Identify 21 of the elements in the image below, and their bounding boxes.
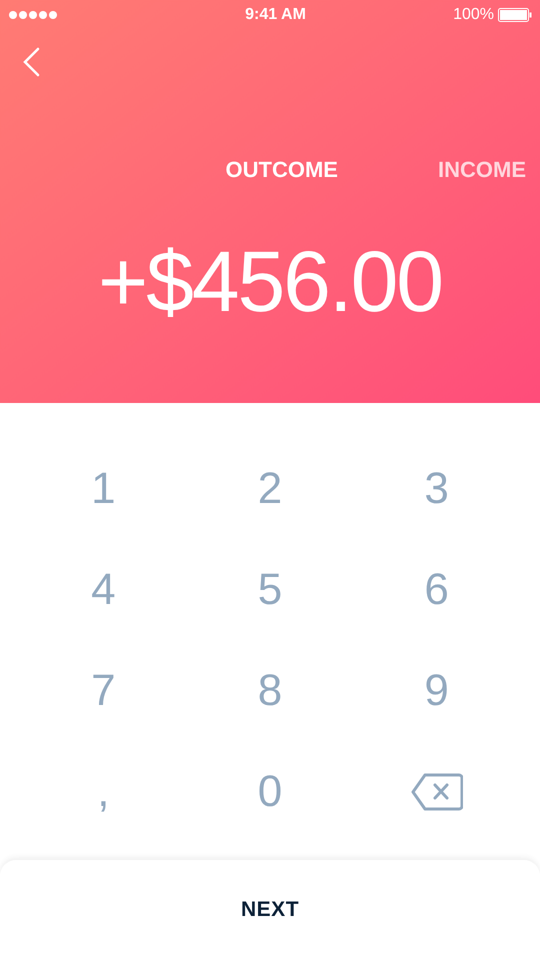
keypad-key[interactable]: 5 (250, 568, 290, 612)
signal-icon (8, 10, 58, 20)
back-icon[interactable] (22, 47, 40, 77)
tab[interactable]: OUTCOME (226, 153, 338, 186)
backspace-icon[interactable] (410, 772, 463, 810)
amount-display: +$456.00 (98, 238, 442, 324)
status-time: 9:41 AM (245, 5, 306, 25)
keypad-key[interactable]: 1 (83, 466, 124, 510)
battery-icon (498, 7, 532, 23)
keypad-key[interactable]: , (89, 770, 118, 814)
battery-percent: 100% (453, 5, 494, 25)
tab[interactable]: INCOME (438, 153, 526, 186)
next-button[interactable]: NEXT (0, 860, 540, 961)
keypad-key[interactable]: 2 (250, 466, 290, 510)
keypad-key[interactable]: 4 (83, 568, 124, 612)
keypad-key[interactable]: 8 (250, 668, 290, 712)
keypad-key[interactable]: 7 (83, 668, 124, 712)
keypad-key[interactable]: 3 (416, 466, 457, 510)
keypad-key[interactable]: 6 (416, 568, 457, 612)
keypad-key[interactable]: 0 (250, 770, 290, 814)
keypad-key[interactable]: 9 (416, 668, 457, 712)
